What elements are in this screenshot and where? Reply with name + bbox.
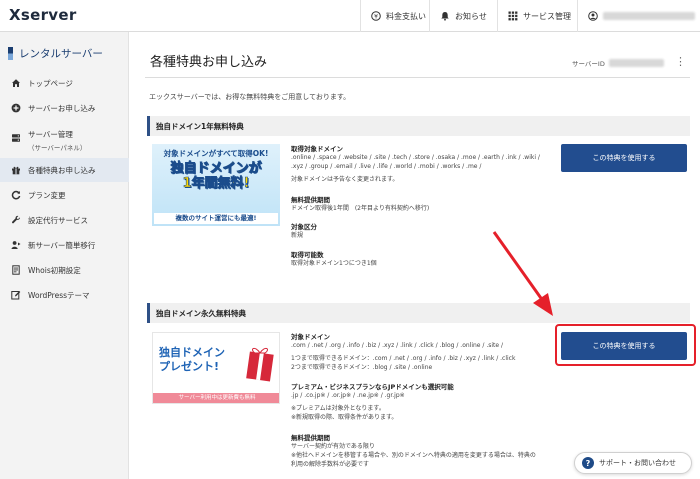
support-label: サポート・お問い合わせ <box>599 459 676 467</box>
premium-note: ※新規取得の際、取得条件があります。 <box>291 414 398 421</box>
domains-list: .online / .space / .website / .site / .t… <box>291 154 540 161</box>
sidebar-item-setup-service[interactable]: 設定代行サービス <box>0 208 129 232</box>
type-label: 対象区分 <box>291 223 317 231</box>
refresh-icon <box>10 190 21 201</box>
sidebar-item-migration[interactable]: 新サーバー簡単移行 <box>0 233 129 257</box>
question-icon: ? <box>582 457 594 469</box>
server-icon <box>10 132 21 143</box>
sidebar-item-label: サーバーお申し込み <box>28 103 96 113</box>
notices-label: お知らせ <box>455 11 487 21</box>
service-logo-mark <box>8 47 13 60</box>
domain-free-banner: 独自ドメイン プレゼント! サーバー利用中は更新費も無料 <box>152 332 280 404</box>
period-label: 無料提供期間 <box>291 196 330 204</box>
domain-1year-banner: 対象ドメインがすべて取得OK! 独自ドメインが 1年間無料! 複数のサイト運営に… <box>152 144 280 226</box>
sidebar-item-label: サーバー管理 <box>28 130 73 139</box>
banner-headline-line: 1年間無料! <box>182 176 250 192</box>
service-mgmt-button[interactable]: サービス管理 <box>497 0 577 32</box>
sidebar-item-label: トップページ <box>28 78 73 88</box>
sidebar-item-label: WordPressテーマ <box>28 290 90 300</box>
intro-text: エックスサーバーでは、お得な無料特典をご用意しております。 <box>149 93 351 101</box>
support-button[interactable]: ? サポート・お問い合わせ <box>574 452 692 474</box>
gift-box-icon <box>246 347 274 382</box>
count-label: 取得可能数 <box>291 251 324 259</box>
home-icon <box>10 78 21 89</box>
sidebar-item-label: 各種特典お申し込み <box>28 165 96 175</box>
sidebar-item-label: プラン変更 <box>28 190 66 200</box>
period-text: ※他社へドメインを移管する場合や、別のドメインへ特典の適用を変更する場合は、特典… <box>291 452 536 459</box>
section-heading: 独自ドメイン永久無料特典 <box>147 303 690 323</box>
count-text: 取得対象ドメイン1つにつき1個 <box>291 260 377 267</box>
banner-footer: 複数のサイト運営にも最適! <box>154 213 278 224</box>
period-text: 利用の解除手数料が必要です <box>291 461 370 468</box>
domains-label: 取得対象ドメイン <box>291 145 343 153</box>
edit-icon <box>10 290 21 301</box>
domains-label: 対象ドメイン <box>291 333 330 341</box>
premium-note: ※プレミアムは対象外となります。 <box>291 405 385 412</box>
domains-list: 2つまで取得できるドメイン：.blog / .site / .online <box>291 364 433 371</box>
sidebar-item-label: 設定代行サービス <box>28 215 88 225</box>
section-heading: 独自ドメイン1年無料特典 <box>147 116 690 136</box>
logo[interactable]: Xserver <box>9 6 77 24</box>
domains-note: 対象ドメインは予告なく変更されます。 <box>291 176 399 183</box>
sidebar-item-label: 新サーバー簡単移行 <box>28 240 96 250</box>
divider <box>145 77 690 78</box>
bell-icon <box>441 12 449 21</box>
top-bar: Xserver ¥ 料金支払い お知らせ サービス管理 <box>0 0 700 32</box>
domains-list: 1つまで取得できるドメイン：.com / .net / .org / .info… <box>291 355 516 362</box>
sidebar-item-sublabel: （サーバーパネル） <box>28 144 87 152</box>
type-text: 新規 <box>291 232 304 239</box>
account-menu[interactable] <box>577 0 700 32</box>
sidebar-item-whois[interactable]: Whois初期設定 <box>0 258 129 282</box>
period-text: サーバー契約が有効である限り <box>291 443 375 450</box>
sidebar-item-benefits[interactable]: 各種特典お申し込み <box>0 158 129 182</box>
payment-label: 料金支払い <box>386 11 426 21</box>
sidebar-item-label: Whois初期設定 <box>28 265 81 275</box>
page-title: 各種特典お申し込み <box>150 55 268 70</box>
service-mgmt-label: サービス管理 <box>523 11 571 21</box>
main-content: 各種特典お申し込み サーバーID ⋮ エックスサーバーでは、お得な無料特典をご用… <box>130 32 700 479</box>
sidebar-item-plan-change[interactable]: プラン変更 <box>0 183 129 207</box>
sidebar-item-wordpress-theme[interactable]: WordPressテーマ <box>0 283 129 307</box>
banner-tagline: 対象ドメインがすべて取得OK! <box>163 149 269 158</box>
user-move-icon <box>10 240 21 251</box>
server-id-label: サーバーID <box>572 60 605 68</box>
premium-label: プレミアム・ビジネスプランならJPドメインも選択可能 <box>291 383 454 391</box>
domains-list: .xyz / .group / .email / .live / .life /… <box>291 163 482 170</box>
sidebar-title-text: レンタルサーバー <box>19 48 103 60</box>
banner-footer: サーバー利用中は更新費も無料 <box>153 393 279 403</box>
premium-text: .jp / .co.jp※ / .or.jp※ / .ne.jp※ / .gr.… <box>291 392 405 399</box>
use-benefit-button[interactable]: この特典を使用する <box>561 332 687 360</box>
plus-circle-icon <box>10 103 21 114</box>
notices-button[interactable]: お知らせ <box>429 0 497 32</box>
domains-list: .com / .net / .org / .info / .biz / .xyz… <box>291 342 504 349</box>
grid-icon <box>508 11 518 21</box>
payment-button[interactable]: ¥ 料金支払い <box>360 0 429 32</box>
period-label: 無料提供期間 <box>291 434 330 442</box>
gift-icon <box>10 165 21 176</box>
banner-headline: 独自ドメイン プレゼント! <box>159 346 225 374</box>
use-benefit-button[interactable]: この特典を使用する <box>561 144 687 172</box>
banner-headline: 独自ドメインが 1年間無料! <box>152 161 280 192</box>
yen-icon: ¥ <box>371 11 381 21</box>
sidebar-item-top[interactable]: トップページ <box>0 71 129 95</box>
app: Xserver ¥ 料金支払い お知らせ サービス管理 レンタルサーバー トップ… <box>0 0 700 479</box>
sidebar-item-server-order[interactable]: サーバーお申し込み <box>0 96 129 120</box>
document-icon <box>10 265 21 276</box>
account-name-redacted <box>603 12 695 20</box>
banner-headline-line: 独自ドメインが <box>170 161 262 177</box>
banner-headline-line: 独自ドメイン <box>159 346 225 359</box>
more-menu-icon[interactable]: ⋮ <box>675 55 686 68</box>
user-icon <box>588 11 598 21</box>
server-id: サーバーID <box>572 58 664 68</box>
banner-headline-line: プレゼント! <box>159 360 220 373</box>
server-id-value-redacted <box>608 59 664 67</box>
sidebar-title: レンタルサーバー <box>8 46 103 61</box>
wrench-icon <box>10 215 21 226</box>
period-text: ドメイン取得後1年間 (2年目より有料契約へ移行) <box>291 205 430 212</box>
svg-text:¥: ¥ <box>374 13 378 20</box>
